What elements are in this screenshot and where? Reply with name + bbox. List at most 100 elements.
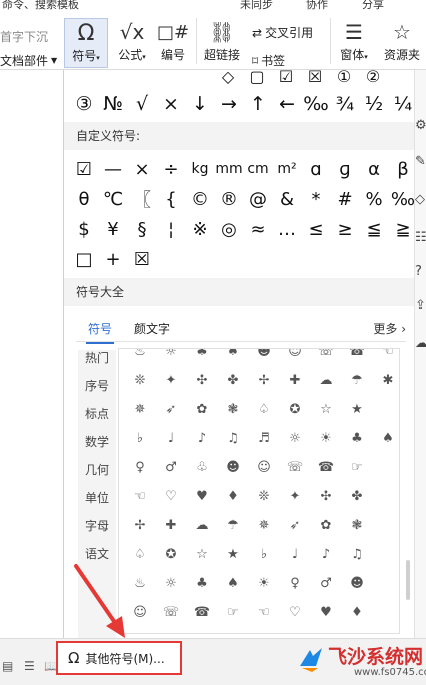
custom-symbol[interactable]: θ (70, 184, 98, 214)
recent-symbol[interactable]: ② (359, 62, 387, 90)
custom-symbol[interactable]: ¥ (99, 214, 127, 244)
symbol-cell[interactable]: ☂ (342, 366, 372, 394)
symbol-cell[interactable]: ☏ (156, 598, 186, 626)
scroll-thumb[interactable] (406, 560, 410, 600)
tab-emoticons[interactable]: 颜文字 (134, 320, 170, 337)
more-link[interactable]: 更多 › (373, 320, 406, 337)
symbol-cell[interactable]: ☻ (249, 349, 279, 365)
custom-symbol[interactable]: α (360, 154, 388, 184)
custom-symbol[interactable]: 〖 (128, 184, 156, 214)
symbol-cell[interactable]: ✪ (156, 540, 186, 568)
symbol-cell[interactable]: ♫ (342, 540, 372, 568)
symbol-cell[interactable]: ♣ (187, 349, 217, 365)
symbol-cell[interactable]: ✵ (249, 511, 279, 539)
symbol-cell[interactable]: ♥ (187, 482, 217, 510)
share-button[interactable]: 分享 (362, 0, 384, 12)
symbol-cell[interactable]: ♫ (218, 424, 248, 452)
category-item[interactable]: 标点 (78, 400, 116, 428)
custom-symbol[interactable]: cm (244, 154, 272, 184)
custom-symbol[interactable]: β (389, 154, 417, 184)
symbol-cell[interactable]: ♀ (125, 453, 155, 481)
symbol-cell[interactable]: ♧ (187, 453, 217, 481)
recent-symbol[interactable]: ☒ (301, 62, 329, 90)
symbol-cell[interactable]: ❊ (125, 366, 155, 394)
custom-symbol[interactable]: ◎ (215, 214, 243, 244)
recent-symbol[interactable]: ◇ (214, 62, 242, 90)
symbol-cell[interactable]: ♨ (125, 349, 155, 365)
resource-folder-button[interactable]: ☆ 资源夹 (380, 18, 424, 63)
symbol-cell[interactable]: ☁ (187, 511, 217, 539)
custom-symbol[interactable]: # (331, 184, 359, 214)
recent-symbol[interactable]: ↑ (244, 90, 272, 118)
other-symbols-button[interactable]: Ω 其他符号(M)... (56, 641, 182, 675)
symbol-cell[interactable]: ♩ (156, 424, 186, 452)
custom-symbol[interactable]: × (128, 154, 156, 184)
symbol-cell[interactable]: ☺ (280, 349, 310, 365)
symbol-cell[interactable]: ☜ (249, 598, 279, 626)
custom-symbol[interactable]: ÷ (157, 154, 185, 184)
custom-symbol[interactable]: ≥ (331, 214, 359, 244)
symbol-cell[interactable]: ✤ (218, 366, 248, 394)
symbol-cell[interactable]: ✣ (311, 482, 341, 510)
symbol-cell[interactable]: ♡ (280, 598, 310, 626)
drop-cap-button[interactable]: 首字下沉 (0, 28, 48, 45)
symbol-cell[interactable]: ☀ (311, 424, 341, 452)
symbol-cell[interactable]: ♪ (311, 540, 341, 568)
symbol-cell[interactable]: ☆ (187, 540, 217, 568)
sliders-icon[interactable]: ☷ (415, 230, 426, 248)
custom-symbol[interactable]: ≈ (244, 214, 272, 244)
custom-symbol[interactable]: — (99, 154, 127, 184)
symbol-cell[interactable]: ❃ (342, 511, 372, 539)
symbol-cell[interactable]: ☏ (311, 349, 341, 365)
symbol-cell[interactable]: ♂ (156, 453, 186, 481)
symbol-cell[interactable]: ✵ (125, 395, 155, 423)
custom-symbol[interactable]: + (99, 244, 127, 274)
symbol-cell[interactable]: ✿ (187, 395, 217, 423)
custom-symbol[interactable]: % (360, 184, 388, 214)
recent-symbol[interactable]: № (99, 90, 127, 118)
symbol-cell[interactable]: ♭ (249, 540, 279, 568)
recent-symbol[interactable]: ▢ (243, 62, 271, 90)
symbol-cell[interactable]: ✤ (342, 482, 372, 510)
symbol-cell[interactable]: ♬ (249, 424, 279, 452)
grid-scrollbar[interactable] (406, 360, 410, 610)
symbol-cell[interactable]: ☂ (218, 511, 248, 539)
pen-icon[interactable]: ✎ (415, 154, 426, 172)
help-icon[interactable]: ? (415, 264, 426, 282)
custom-symbol[interactable]: ® (215, 184, 243, 214)
recent-symbol[interactable]: ③ (70, 90, 98, 118)
symbol-cell[interactable]: ♀ (280, 569, 310, 597)
symbol-cell[interactable]: ☼ (156, 349, 186, 365)
adjust-icon[interactable]: ⚙ (415, 118, 426, 136)
custom-symbol[interactable]: § (128, 214, 156, 244)
symbol-cell[interactable]: ♠ (218, 349, 248, 365)
symbol-cell[interactable]: ♩ (280, 540, 310, 568)
custom-symbol[interactable]: * (302, 184, 330, 214)
custom-symbol[interactable]: ≦ (360, 214, 388, 244)
symbol-cell[interactable]: ✚ (156, 511, 186, 539)
symbol-cell[interactable]: ✪ (280, 395, 310, 423)
symbol-cell[interactable]: ♣ (187, 569, 217, 597)
symbol-button[interactable]: Ω 符号▾ (64, 18, 108, 68)
recent-symbol[interactable]: ① (330, 62, 358, 90)
symbol-cell[interactable]: ✿ (311, 511, 341, 539)
window-button[interactable]: ☰ 窗体▾ (336, 18, 372, 63)
hyperlink-button[interactable]: ⛓ 超链接 (200, 18, 244, 63)
symbol-cell[interactable]: ☞ (342, 453, 372, 481)
recent-symbol[interactable]: ↓ (186, 90, 214, 118)
symbol-cell[interactable]: ♠ (218, 569, 248, 597)
category-item[interactable]: 单位 (78, 484, 116, 512)
symbol-cell[interactable]: ☆ (311, 395, 341, 423)
symbol-cell[interactable]: ❃ (218, 395, 248, 423)
shape-icon[interactable]: ◇ (415, 192, 426, 210)
symbol-cell[interactable]: ➶ (280, 511, 310, 539)
cross-reference-button[interactable]: ⇄ 交叉引用 (252, 24, 313, 41)
custom-symbol[interactable]: © (186, 184, 214, 214)
custom-symbol[interactable]: ɡ (331, 154, 359, 184)
symbol-cell[interactable]: ♠ (373, 424, 399, 452)
category-item[interactable]: 数学 (78, 428, 116, 456)
category-item[interactable]: 字母 (78, 512, 116, 540)
symbol-cell[interactable]: ☎ (342, 349, 372, 365)
symbol-cell[interactable]: ✦ (280, 482, 310, 510)
search-hint[interactable]: ⁠命令、搜索模板 (2, 0, 79, 12)
